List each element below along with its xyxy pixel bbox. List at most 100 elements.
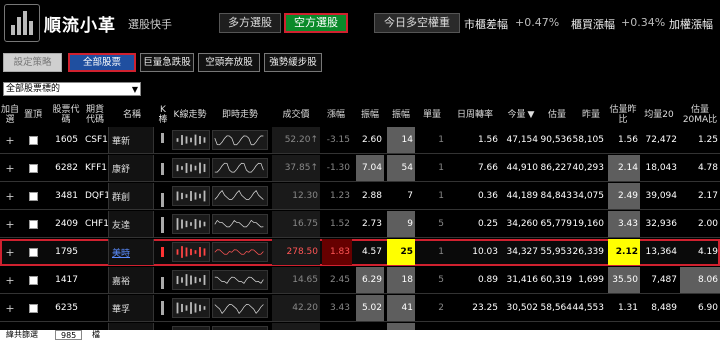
- intraday-trend-chart: [212, 270, 268, 290]
- col-intraday-trend[interactable]: 即時走勢: [212, 103, 268, 127]
- checkbox-box[interactable]: [28, 219, 38, 229]
- pin-checkbox[interactable]: [24, 239, 42, 265]
- stock-code: 6282: [55, 163, 78, 173]
- empty-drop-button[interactable]: 空頭奔放股: [198, 53, 260, 72]
- k-candle: [161, 277, 164, 289]
- k-trend-chart: [172, 186, 210, 206]
- add-watchlist-icon[interactable]: +: [0, 267, 20, 293]
- col-est-volume[interactable]: 估量: [542, 103, 572, 127]
- pin-checkbox[interactable]: [24, 155, 42, 181]
- single-volume-value: 5: [438, 275, 444, 285]
- table-row[interactable]: +1417 嘉裕 14.65 2.45 6.29 18 5 0.89 31,416 60,319 1…: [0, 267, 720, 294]
- market-weight-button[interactable]: 今日多空權重: [374, 13, 460, 33]
- turnover-value: 0.89: [477, 275, 498, 285]
- avg20-value: 39,094: [645, 191, 678, 201]
- change-value: -3.15: [326, 135, 350, 145]
- stock-name[interactable]: 康舒: [108, 155, 154, 181]
- col-amplitude-2[interactable]: 振幅: [387, 103, 415, 127]
- volume-yesterday-value: 40,293: [572, 163, 605, 173]
- avg20-value: 7,487: [651, 275, 677, 285]
- pin-checkbox[interactable]: [24, 183, 42, 209]
- col-k-trend[interactable]: K線走勢: [170, 103, 210, 127]
- pin-checkbox[interactable]: [24, 127, 42, 153]
- checkbox-box[interactable]: [28, 135, 38, 145]
- k-bar-icon: [157, 211, 169, 237]
- stock-name[interactable]: 美時: [108, 239, 154, 265]
- add-watchlist-icon[interactable]: +: [0, 155, 20, 181]
- col-volume-yesterday[interactable]: 昨量: [576, 103, 606, 127]
- table-row[interactable]: +2409 CHF1 友達 16.75 1.52 2.73 9 5 0.25 34,260 65,7…: [0, 211, 720, 238]
- est-ratio-value: 2.12: [608, 239, 640, 265]
- volume-drop-button[interactable]: 巨量急跌股: [140, 53, 194, 72]
- add-watchlist-icon[interactable]: +: [0, 183, 20, 209]
- table-row[interactable]: +6282 KFF1 康舒 37.85↑ -1.30 7.04 54 1 7.66 44,910 8…: [0, 155, 720, 182]
- col-futures[interactable]: 期貨代碼: [82, 103, 108, 127]
- col-price[interactable]: 成交價: [272, 103, 320, 127]
- col-pin[interactable]: 置頂: [24, 103, 42, 127]
- est-volume-value: 65,779: [540, 219, 573, 229]
- checkbox-box[interactable]: [28, 163, 38, 173]
- stock-name[interactable]: 嘉裕: [108, 267, 154, 293]
- col-code[interactable]: 股票代碼: [52, 103, 80, 127]
- col-turnover[interactable]: 日周轉率: [450, 103, 500, 127]
- add-watchlist-icon[interactable]: +: [0, 127, 20, 153]
- col-volume-today[interactable]: 今量 ▼: [504, 103, 538, 127]
- pin-checkbox[interactable]: [24, 267, 42, 293]
- sort-down-icon: ▼: [527, 110, 535, 120]
- table-row[interactable]: +1605 CSF1 華新 52.20↑ -3.15 2.60 14 1 1.56 47,154 9…: [0, 127, 720, 154]
- col-k[interactable]: K棒: [157, 103, 169, 127]
- add-watchlist-icon[interactable]: +: [0, 239, 20, 265]
- col-avg20[interactable]: 均量20: [641, 103, 677, 127]
- turnover-value: 0.25: [477, 219, 498, 229]
- pin-checkbox[interactable]: [24, 211, 42, 237]
- col-add[interactable]: 加自選: [0, 103, 20, 127]
- table-row[interactable]: +6235 華孚 42.20 3.43 5.02 41 2 23.25 30,502 58,564…: [0, 295, 720, 322]
- avg20-value: 18,043: [645, 163, 678, 173]
- table-row[interactable]: +1795 美時 278.50 1.83 4.57 25 1 10.03 34,327 55,95…: [0, 239, 720, 266]
- weighted-rise-label: 加權漲幅: [669, 18, 713, 31]
- col-change[interactable]: 漲幅: [322, 103, 350, 127]
- filter-toolbar: 設定策略 全部股票 巨量急跌股 空頭奔放股 強勢緩步股: [0, 48, 720, 78]
- all-stocks-button[interactable]: 全部股票: [68, 53, 136, 72]
- est-ratio-value: 1.31: [617, 303, 638, 313]
- col-volume-today-label: 今量: [507, 110, 526, 120]
- est20-value: 4.78: [697, 163, 718, 173]
- checkbox-box[interactable]: [28, 191, 38, 201]
- add-watchlist-icon[interactable]: +: [0, 211, 20, 237]
- set-strategy-button[interactable]: 設定策略: [3, 53, 62, 72]
- amplitude-value: 4.57: [361, 247, 382, 257]
- k-bar-icon: [157, 267, 169, 293]
- add-watchlist-icon[interactable]: +: [0, 295, 20, 321]
- checkbox-box[interactable]: [28, 247, 38, 257]
- volume-yesterday-value: 26,339: [572, 247, 605, 257]
- strong-retreat-button[interactable]: 強勢緩步股: [264, 53, 322, 72]
- filter-count: 985: [55, 330, 83, 340]
- k-candle: [161, 133, 164, 143]
- checkbox-box[interactable]: [28, 275, 38, 285]
- est-volume-value: 86,227: [540, 163, 573, 173]
- app-subtitle: 選股快手: [128, 18, 172, 31]
- stock-name[interactable]: 群創: [108, 183, 154, 209]
- est-volume-value: 60,319: [540, 275, 573, 285]
- short-pick-button[interactable]: 空方選股: [284, 13, 348, 33]
- table-row[interactable]: +3481 DQF1 群創 12.30 1.23 2.88 7 1 0.36 44,189 84,8…: [0, 183, 720, 210]
- col-name[interactable]: 名稱: [110, 103, 154, 127]
- col-amplitude[interactable]: 振幅: [356, 103, 384, 127]
- pin-checkbox[interactable]: [24, 295, 42, 321]
- stock-scope-select[interactable]: 全部股票標的 ▼: [3, 82, 141, 96]
- col-single-volume[interactable]: 單量: [418, 103, 446, 127]
- long-pick-button[interactable]: 多方選股: [219, 13, 281, 33]
- price-value: 42.20: [272, 295, 320, 321]
- stock-name[interactable]: 友達: [108, 211, 154, 237]
- amplitude2-value: 14: [387, 127, 415, 153]
- filter-count-unit: 檔: [92, 330, 100, 339]
- stock-name[interactable]: 華新: [108, 127, 154, 153]
- stock-name[interactable]: 華孚: [108, 295, 154, 321]
- col-est20[interactable]: 估量20MA比: [680, 103, 720, 127]
- col-est-ratio[interactable]: 估量昨比: [608, 103, 638, 127]
- k-trend-chart: [172, 214, 210, 234]
- est20-value: 2.00: [697, 219, 718, 229]
- volume-today-value: 47,154: [506, 135, 539, 145]
- amplitude-value: 2.73: [361, 219, 382, 229]
- checkbox-box[interactable]: [28, 303, 38, 313]
